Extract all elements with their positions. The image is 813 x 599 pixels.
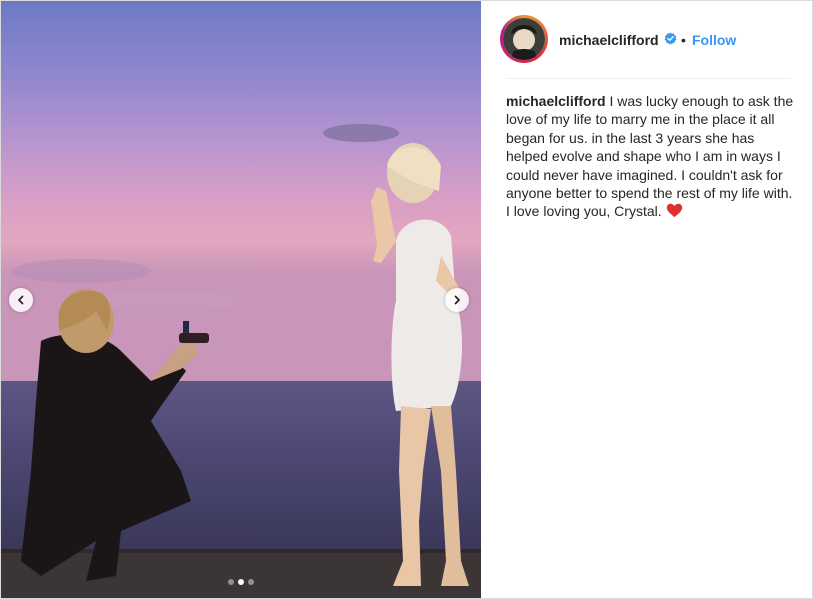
carousel-dot [228,579,234,585]
separator-dot: • [681,32,686,48]
photo-scene [1,1,481,598]
verified-badge-icon [664,32,677,45]
chevron-left-icon [18,295,24,305]
caption-text: I was lucky enough to ask the love of my… [506,93,794,220]
chevron-right-icon [454,295,460,305]
post-header: michaelclifford • Follow [482,1,812,78]
instagram-post-frame: michaelclifford • Follow michaelclifford… [0,0,813,599]
post-photo[interactable] [1,1,481,598]
carousel-prev-button[interactable] [9,288,33,312]
carousel-dot [248,579,254,585]
avatar-story-ring[interactable] [500,15,548,63]
post-sidebar: michaelclifford • Follow michaelclifford… [482,1,812,598]
post-caption: michaelclifford I was lucky enough to as… [506,92,796,221]
carousel-next-button[interactable] [445,288,469,312]
avatar[interactable] [503,18,545,60]
follow-button[interactable]: Follow [692,32,736,48]
red-heart-emoji-icon [666,204,682,218]
avatar-image [503,18,545,60]
carousel-dot-active [238,579,244,585]
carousel-indicator [1,579,481,585]
username-link[interactable]: michaelclifford [559,32,659,48]
header-divider [506,78,791,79]
caption-username-link[interactable]: michaelclifford [506,93,606,109]
